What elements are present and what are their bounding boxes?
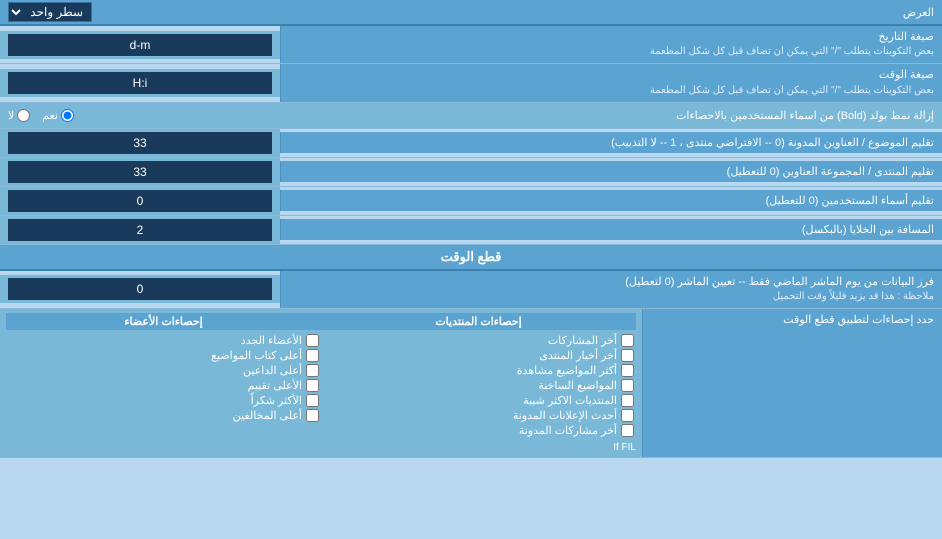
cb-forum-news-input[interactable]: [621, 349, 634, 362]
cb-blog-posts: أخر مشاركات المدونة: [321, 423, 636, 438]
cb-most-viewed: أكثر المواضيع مشاهدة: [321, 363, 636, 378]
if-fil-text: If FIL: [6, 438, 636, 453]
user-names-input[interactable]: 0: [8, 190, 272, 212]
main-container: العرض سطر واحد سطرين ثلاثة أسطر صيغة الت…: [0, 0, 942, 539]
cb-new-members-input[interactable]: [306, 334, 319, 347]
radio-no[interactable]: [17, 109, 30, 122]
cb-top-referrers: أعلى الداعين: [6, 363, 321, 378]
forum-title-row: تقليم المنتدى / المجموعة العناوين (0 للت…: [0, 158, 942, 187]
user-names-row: تقليم أسماء المستخدمين (0 للتعطيل) 0: [0, 187, 942, 216]
header-label: العرض: [92, 6, 934, 19]
header-row: العرض سطر واحد سطرين ثلاثة أسطر: [0, 0, 942, 26]
time-format-label: صيغة الوقت بعض التكوينات يتطلب "/" التي …: [280, 64, 942, 101]
members-stats-header: إحصاءات الأعضاء: [6, 313, 321, 330]
cb-similar-forums-input[interactable]: [621, 394, 634, 407]
cb-top-warned: أعلى المخالفين: [6, 408, 321, 423]
members-stats-col: إحصاءات الأعضاء الأعضاء الجدد أعلى كتاب …: [6, 313, 321, 438]
forum-title-label: تقليم المنتدى / المجموعة العناوين (0 للت…: [280, 161, 942, 182]
cb-top-rated-input[interactable]: [306, 379, 319, 392]
cb-blog-posts-input[interactable]: [621, 424, 634, 437]
stats-outer: حدد إحصاءات لتطبيق قطع الوقت إحصاءات الم…: [0, 309, 942, 457]
cutoff-label: فرز البيانات من يوم الماشر الماضي فقط --…: [280, 271, 942, 308]
date-format-input[interactable]: d-m: [8, 34, 272, 56]
bold-radio-row: إزالة نمط بولد (Bold) من اسماء المستخدمي…: [0, 103, 942, 129]
date-format-row: صيغة التاريخ بعض التكوينات يتطلب "/" الت…: [0, 26, 942, 64]
cb-hot-topics: المواضيع الساخنة: [321, 378, 636, 393]
cb-top-posters: أعلى كتاب المواضيع: [6, 348, 321, 363]
checkboxes-area: إحصاءات المنتديات أخر المشاركات أخر أخبا…: [0, 309, 642, 457]
checkboxes-grid: إحصاءات المنتديات أخر المشاركات أخر أخبا…: [6, 313, 636, 438]
bold-radio-options: نعم لا: [8, 109, 74, 122]
cutoff-row: فرز البيانات من يوم الماشر الماضي فقط --…: [0, 271, 942, 309]
cb-most-viewed-input[interactable]: [621, 364, 634, 377]
cb-top-rated: الأعلى تقييم: [6, 378, 321, 393]
display-select[interactable]: سطر واحد سطرين ثلاثة أسطر: [8, 2, 92, 22]
cb-top-posters-input[interactable]: [306, 349, 319, 362]
cb-top-warned-input[interactable]: [306, 409, 319, 422]
cb-most-thanked: الأكثر شكراً: [6, 393, 321, 408]
date-format-label: صيغة التاريخ بعض التكوينات يتطلب "/" الت…: [280, 26, 942, 63]
cutoff-input[interactable]: 0: [8, 278, 272, 300]
time-format-row: صيغة الوقت بعض التكوينات يتطلب "/" التي …: [0, 64, 942, 102]
forum-title-input[interactable]: 33: [8, 161, 272, 183]
cutoff-input-container: 0: [0, 275, 280, 303]
topic-title-label: تقليم الموضوع / العناوين المدونة (0 -- ا…: [280, 132, 942, 153]
cb-top-referrers-input[interactable]: [306, 364, 319, 377]
time-format-input[interactable]: H:i: [8, 72, 272, 94]
date-format-input-container: d-m: [0, 31, 280, 59]
cb-similar-forums: المنتديات الاكثر شبية: [321, 393, 636, 408]
bold-radio-label: إزالة نمط بولد (Bold) من اسماء المستخدمي…: [74, 109, 934, 122]
cell-spacing-label: المسافة بين الخلايا (بالبكسل): [280, 219, 942, 240]
topic-title-input-container: 33: [0, 129, 280, 157]
cell-spacing-input[interactable]: 2: [8, 219, 272, 241]
radio-yes[interactable]: [61, 109, 74, 122]
radio-no-label[interactable]: لا: [8, 109, 30, 122]
user-names-input-container: 0: [0, 187, 280, 215]
cell-spacing-row: المسافة بين الخلايا (بالبكسل) 2: [0, 216, 942, 245]
cutoff-section-header: قطع الوقت: [0, 245, 942, 271]
cb-hot-topics-input[interactable]: [621, 379, 634, 392]
forum-title-input-container: 33: [0, 158, 280, 186]
apply-col: حدد إحصاءات لتطبيق قطع الوقت: [642, 309, 942, 457]
user-names-label: تقليم أسماء المستخدمين (0 للتعطيل): [280, 190, 942, 211]
cb-forum-news: أخر أخبار المنتدى: [321, 348, 636, 363]
topic-title-row: تقليم الموضوع / العناوين المدونة (0 -- ا…: [0, 129, 942, 158]
posts-stats-header: إحصاءات المنتديات: [321, 313, 636, 330]
time-format-input-container: H:i: [0, 69, 280, 97]
stats-section: حدد إحصاءات لتطبيق قطع الوقت إحصاءات الم…: [0, 309, 942, 458]
posts-stats-col: إحصاءات المنتديات أخر المشاركات أخر أخبا…: [321, 313, 636, 438]
cell-spacing-input-container: 2: [0, 216, 280, 244]
cb-new-members: الأعضاء الجدد: [6, 333, 321, 348]
cb-most-thanked-input[interactable]: [306, 394, 319, 407]
cb-latest-announcements-input[interactable]: [621, 409, 634, 422]
topic-title-input[interactable]: 33: [8, 132, 272, 154]
cb-latest-announcements: أحدث الإعلانات المدونة: [321, 408, 636, 423]
cb-recent-posts-input[interactable]: [621, 334, 634, 347]
radio-yes-label[interactable]: نعم: [42, 109, 74, 122]
cb-recent-posts: أخر المشاركات: [321, 333, 636, 348]
